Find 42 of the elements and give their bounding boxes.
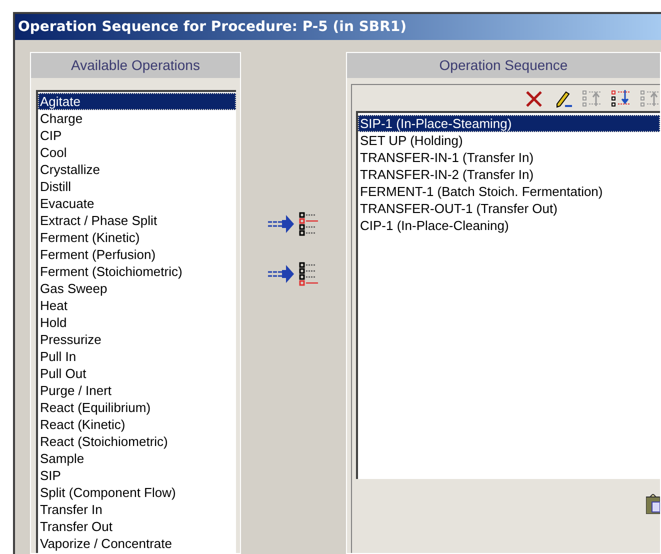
list-item[interactable]: Ferment (Perfusion) bbox=[38, 246, 236, 263]
move-down-icon[interactable] bbox=[611, 88, 631, 108]
list-item[interactable]: Pressurize bbox=[38, 331, 236, 348]
list-item[interactable]: Sample bbox=[38, 450, 236, 467]
list-item[interactable]: Pull In bbox=[38, 348, 236, 365]
list-item[interactable]: Ferment (Stoichiometric) bbox=[38, 263, 236, 280]
list-item[interactable]: FERMENT-1 (Batch Stoich. Fermentation) bbox=[358, 183, 660, 200]
list-item[interactable]: TRANSFER-OUT-1 (Transfer Out) bbox=[358, 200, 660, 217]
panel-title: Operation Sequence bbox=[347, 53, 660, 78]
list-item[interactable]: React (Stoichiometric) bbox=[38, 433, 236, 450]
list-item[interactable]: Extract / Phase Split bbox=[38, 212, 236, 229]
list-item[interactable]: Vaporize / Concentrate bbox=[38, 535, 236, 552]
list-item[interactable]: Split (Component Flow) bbox=[38, 484, 236, 501]
list-item[interactable]: CIP-1 (In-Place-Cleaning) bbox=[358, 217, 660, 234]
list-item[interactable]: Transfer Out bbox=[38, 518, 236, 535]
list-item[interactable]: Cool bbox=[38, 144, 236, 161]
list-item[interactable]: Charge bbox=[38, 110, 236, 127]
list-item[interactable]: TRANSFER-IN-2 (Transfer In) bbox=[358, 166, 660, 183]
list-item[interactable]: Distill bbox=[38, 178, 236, 195]
list-item[interactable]: TRANSFER-IN-1 (Transfer In) bbox=[358, 149, 660, 166]
list-item[interactable]: Crystallize bbox=[38, 161, 236, 178]
list-item[interactable]: SET UP (Holding) bbox=[358, 132, 660, 149]
list-item[interactable]: Gas Sweep bbox=[38, 280, 236, 297]
list-item[interactable]: SIP-1 (In-Place-Steaming) bbox=[358, 115, 660, 132]
list-item[interactable]: Heat bbox=[38, 297, 236, 314]
window-title: Operation Sequence for Procedure: P-5 (in SBR1) bbox=[18, 18, 406, 36]
list-item[interactable]: SIP bbox=[38, 467, 236, 484]
list-item[interactable]: React (Kinetic) bbox=[38, 416, 236, 433]
list-item[interactable]: Evacuate bbox=[38, 195, 236, 212]
list-item[interactable]: Agitate bbox=[38, 93, 236, 110]
clipboard-icon[interactable] bbox=[646, 494, 660, 514]
panel-title: Available Operations bbox=[31, 53, 240, 78]
list-item[interactable]: Transfer In bbox=[38, 501, 236, 518]
list-item[interactable]: Hold bbox=[38, 314, 236, 331]
list-item[interactable]: CIP bbox=[38, 127, 236, 144]
list-item[interactable]: React (Equilibrium) bbox=[38, 399, 236, 416]
list-item[interactable]: Ferment (Kinetic) bbox=[38, 229, 236, 246]
list-item[interactable]: Pull Out bbox=[38, 365, 236, 382]
list-item[interactable]: Purge / Inert bbox=[38, 382, 236, 399]
append-operation-icon[interactable] bbox=[268, 262, 320, 286]
delete-icon[interactable] bbox=[524, 88, 544, 108]
insert-operation-icon[interactable] bbox=[268, 212, 320, 236]
